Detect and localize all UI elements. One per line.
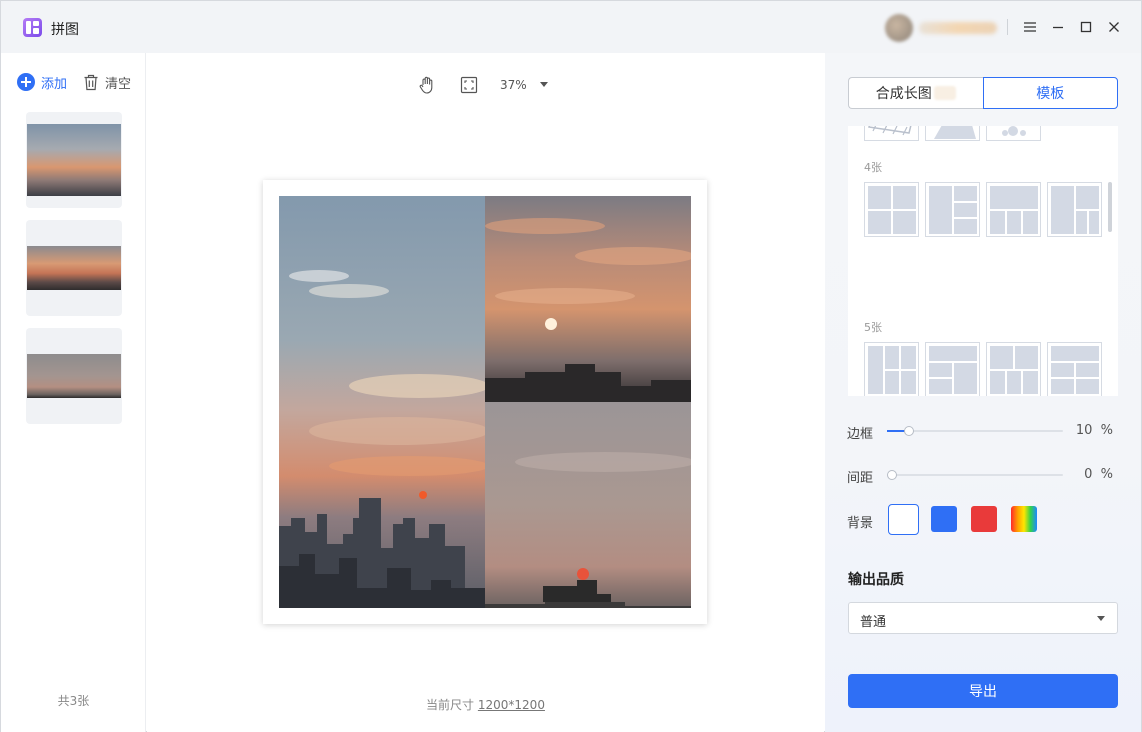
maximize-icon[interactable]: [1077, 18, 1095, 36]
hand-icon[interactable]: [417, 75, 437, 95]
mode-tabs: 合成长图 模板: [848, 77, 1118, 109]
vip-badge: [933, 86, 956, 100]
template-4-top-wide[interactable]: [986, 182, 1041, 237]
chevron-down-icon[interactable]: [540, 82, 548, 87]
add-button[interactable]: 添加: [17, 73, 68, 92]
spacing-unit: %: [1100, 467, 1113, 482]
bg-color-rainbow[interactable]: [1011, 506, 1037, 532]
sunset-photo: [279, 196, 485, 608]
border-label: 边框: [847, 427, 874, 442]
close-icon[interactable]: [1105, 18, 1123, 36]
canvas-area: 37% 当前尺寸 1200*1200: [147, 53, 824, 732]
canvas-size-label: 当前尺寸: [426, 698, 475, 712]
quality-title: 输出品质: [848, 572, 904, 588]
collage-preview: [263, 180, 707, 624]
thumbnail-image: [27, 354, 121, 398]
template-group-label: 5张: [864, 321, 882, 334]
tab-label: 合成长图: [875, 86, 932, 102]
border-value: 10 %: [1073, 423, 1113, 438]
background-label: 背景: [847, 516, 874, 531]
trash-icon: [84, 74, 98, 90]
export-button[interactable]: 导出: [848, 674, 1118, 708]
bg-color-white[interactable]: [888, 504, 919, 535]
chevron-down-icon: [1097, 616, 1105, 621]
border-slider-handle[interactable]: [904, 426, 914, 436]
spacing-slider[interactable]: [887, 470, 1063, 480]
border-unit: %: [1100, 423, 1113, 438]
app-title: 拼图: [51, 22, 79, 38]
thumbnail-image: [27, 124, 121, 196]
template-5-c[interactable]: [986, 342, 1041, 396]
image-count: 共3张: [57, 694, 90, 708]
menu-icon[interactable]: [1021, 18, 1039, 36]
minimize-icon[interactable]: [1049, 18, 1067, 36]
template-item[interactable]: [864, 126, 919, 141]
app-window: 拼图 添加 清空 共3张 37% 当前尺寸 1200*1200 合成长图 模板 …: [0, 0, 1142, 732]
title-divider: [1007, 19, 1008, 35]
quality-select[interactable]: 普通: [848, 602, 1118, 634]
spacing-label: 间距: [847, 471, 874, 486]
template-4-left-tall[interactable]: [925, 182, 980, 237]
template-4-grid[interactable]: [864, 182, 919, 237]
settings-panel: 合成长图 模板 4张 5张 边框 10 % 间距 0 % 背景 输出品质 普通 …: [825, 53, 1141, 732]
tab-long-image[interactable]: 合成长图: [848, 77, 983, 109]
collage-cell-3[interactable]: [485, 402, 691, 608]
thumbnail-item[interactable]: [26, 220, 122, 316]
thumbnail-image: [27, 246, 121, 290]
fit-screen-icon[interactable]: [459, 75, 479, 95]
thumbnail-item[interactable]: [26, 328, 122, 424]
title-bar: 拼图: [1, 1, 1141, 53]
user-name-blurred: [919, 22, 997, 34]
user-account[interactable]: [885, 14, 999, 42]
app-logo-icon: [23, 18, 42, 37]
add-label: 添加: [41, 76, 68, 92]
collage-cell-1[interactable]: [279, 196, 485, 608]
template-item[interactable]: [986, 126, 1041, 141]
tab-label: 模板: [1036, 86, 1065, 102]
plus-icon: [17, 73, 35, 91]
sunset-photo: [485, 402, 691, 608]
template-scrollbar[interactable]: [1108, 182, 1112, 232]
spacing-slider-handle[interactable]: [887, 470, 897, 480]
tab-templates[interactable]: 模板: [982, 77, 1118, 109]
template-list[interactable]: 4张 5张: [848, 126, 1118, 396]
clear-label: 清空: [105, 76, 132, 92]
quality-selected: 普通: [860, 615, 887, 630]
template-4-mixed[interactable]: [1047, 182, 1102, 237]
border-value-number: 10: [1075, 423, 1093, 438]
canvas-size: 当前尺寸 1200*1200: [147, 696, 824, 713]
template-group-label: 4张: [864, 161, 882, 174]
bg-color-red[interactable]: [971, 506, 997, 532]
sunset-photo: [485, 196, 691, 402]
template-5-a[interactable]: [864, 342, 919, 396]
spacing-value-number: 0: [1084, 467, 1093, 482]
zoom-level[interactable]: 37%: [500, 78, 527, 92]
template-5-d[interactable]: [1047, 342, 1102, 396]
border-slider[interactable]: [887, 426, 1063, 436]
template-5-b[interactable]: [925, 342, 980, 396]
collage-cell-2[interactable]: [485, 196, 691, 402]
spacing-value: 0 %: [1073, 467, 1113, 482]
bg-color-blue[interactable]: [931, 506, 957, 532]
image-list-panel: 添加 清空 共3张: [1, 53, 146, 732]
template-item[interactable]: [925, 126, 980, 141]
thumbnail-item[interactable]: [26, 112, 122, 208]
clear-button[interactable]: 清空: [83, 73, 132, 92]
avatar[interactable]: [885, 14, 913, 42]
border-slider-fill: [887, 430, 905, 432]
canvas-size-value[interactable]: 1200*1200: [478, 698, 545, 712]
